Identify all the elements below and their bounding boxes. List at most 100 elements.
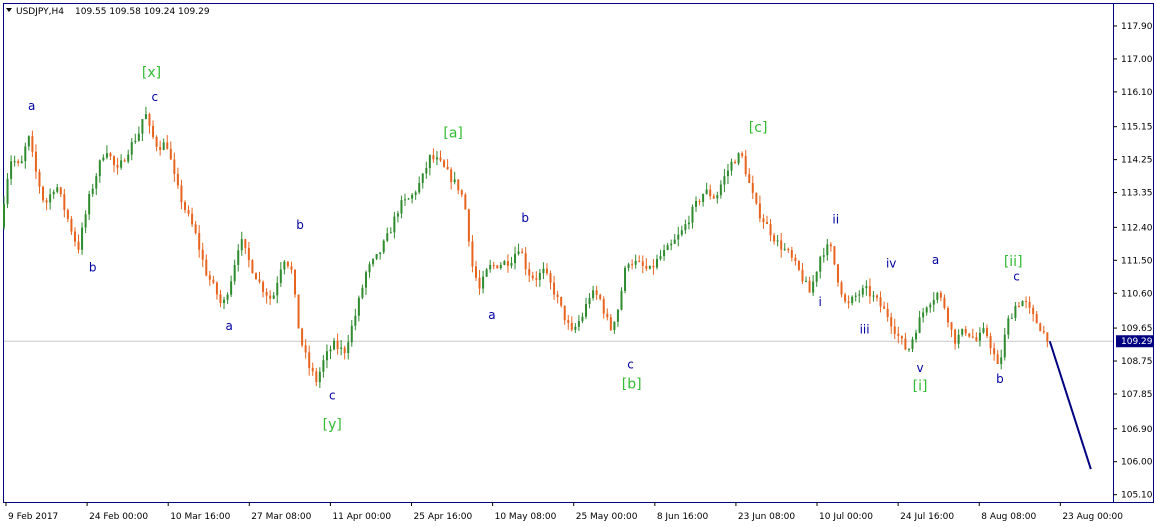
candle-body <box>726 170 729 177</box>
candle-body <box>780 240 783 250</box>
candle-body <box>698 201 701 203</box>
candle-body <box>262 281 265 292</box>
candle-body <box>276 282 279 296</box>
candle-body <box>446 166 449 170</box>
candle-body <box>1025 301 1028 303</box>
price-chart[interactable]: USDJPY,H4 109.55 109.58 109.24 109.29 a b… <box>0 0 1155 527</box>
chart-header: USDJPY,H4 109.55 109.58 109.24 109.29 <box>6 7 210 17</box>
price-tick-label: 106.90 <box>1121 425 1153 435</box>
candle-body <box>77 241 80 250</box>
candle-body <box>265 291 268 296</box>
candle-body <box>113 156 116 165</box>
candle-body <box>368 264 371 273</box>
candle-body <box>116 164 119 168</box>
candle-body <box>911 339 914 349</box>
time-tick-label: 8 Jun 16:00 <box>657 512 709 522</box>
candle-body <box>176 173 179 186</box>
candle-body <box>283 261 286 270</box>
candle-body <box>134 140 137 143</box>
candle-body <box>123 160 126 162</box>
candle-body <box>822 255 825 257</box>
candle-body <box>1000 357 1003 365</box>
price-tick-label: 107.85 <box>1121 390 1153 400</box>
price-tick-label: 105.10 <box>1121 491 1153 501</box>
candle-body <box>996 354 999 365</box>
candle-body <box>964 328 967 334</box>
candle-body <box>741 153 744 156</box>
candle-body <box>340 347 343 349</box>
time-tick-label: 10 Mar 16:00 <box>170 512 230 522</box>
candle-body <box>428 155 431 169</box>
candle-body <box>404 199 407 201</box>
candle-body <box>66 209 69 219</box>
candle-body <box>971 336 974 338</box>
candle-body <box>269 295 272 299</box>
candle-body <box>10 161 13 179</box>
candle-body <box>556 294 559 297</box>
candle-body <box>432 155 435 160</box>
candle-body <box>776 240 779 242</box>
candle-body <box>542 268 545 273</box>
time-tick-label: 11 Apr 00:00 <box>332 512 391 522</box>
candle-body <box>595 290 598 295</box>
candle-body <box>510 263 513 266</box>
price-tick-label: 117.90 <box>1121 22 1153 32</box>
candle-body <box>567 320 570 323</box>
candle-body <box>318 371 321 383</box>
candle-body <box>840 282 843 295</box>
candle-body <box>876 295 879 298</box>
candle-body <box>769 224 772 236</box>
candle-body <box>1021 301 1024 307</box>
time-tick-label: 25 Apr 16:00 <box>414 512 473 522</box>
candle-body <box>333 340 336 350</box>
candle-body <box>3 203 5 228</box>
candle-body <box>737 153 740 164</box>
candle-body <box>585 303 588 317</box>
candle-body <box>560 296 563 306</box>
candle-body <box>922 312 925 318</box>
candle-body <box>577 321 580 327</box>
time-tick-label: 23 Jun 08:00 <box>738 512 795 522</box>
candle-body <box>396 213 399 217</box>
candle-body <box>1039 323 1042 332</box>
price-tick-label: 111.50 <box>1121 256 1153 266</box>
chart-window[interactable]: USDJPY,H4 109.55 109.58 109.24 109.29 a b… <box>0 0 1155 527</box>
candle-body <box>120 160 123 168</box>
candle-body <box>723 176 726 185</box>
candle-body <box>372 259 375 265</box>
candle-body <box>709 189 712 197</box>
candle-body <box>528 269 531 276</box>
price-tick-label: 112.40 <box>1121 223 1153 233</box>
candle-body <box>148 114 151 126</box>
candle-body <box>545 268 548 274</box>
candle-body <box>460 190 463 195</box>
candle-body <box>144 114 147 120</box>
candle-body <box>63 194 66 210</box>
candle-body <box>482 276 485 289</box>
candle-body <box>450 169 453 183</box>
candle-body <box>641 261 644 266</box>
candle-body <box>73 231 76 242</box>
candle-body <box>322 360 325 372</box>
candle-body <box>716 195 719 199</box>
candle-body <box>790 250 793 258</box>
candle-body <box>659 256 662 260</box>
candle-body <box>467 209 470 242</box>
candle-body <box>929 304 932 308</box>
candle-body <box>212 279 215 283</box>
candle-body <box>936 292 939 300</box>
candle-body <box>159 146 162 150</box>
candle-body <box>762 218 765 223</box>
candle-body <box>1017 305 1020 307</box>
candle-body <box>932 299 935 305</box>
candle-body <box>152 125 155 138</box>
candle-body <box>812 281 815 293</box>
candle-body <box>230 281 233 295</box>
candle-body <box>677 234 680 240</box>
candle-body <box>897 333 900 336</box>
candle-body <box>514 253 517 264</box>
candle-body <box>496 265 499 269</box>
wave-label: b <box>996 372 1004 386</box>
candle-body <box>105 153 108 158</box>
candle-body <box>141 119 144 134</box>
